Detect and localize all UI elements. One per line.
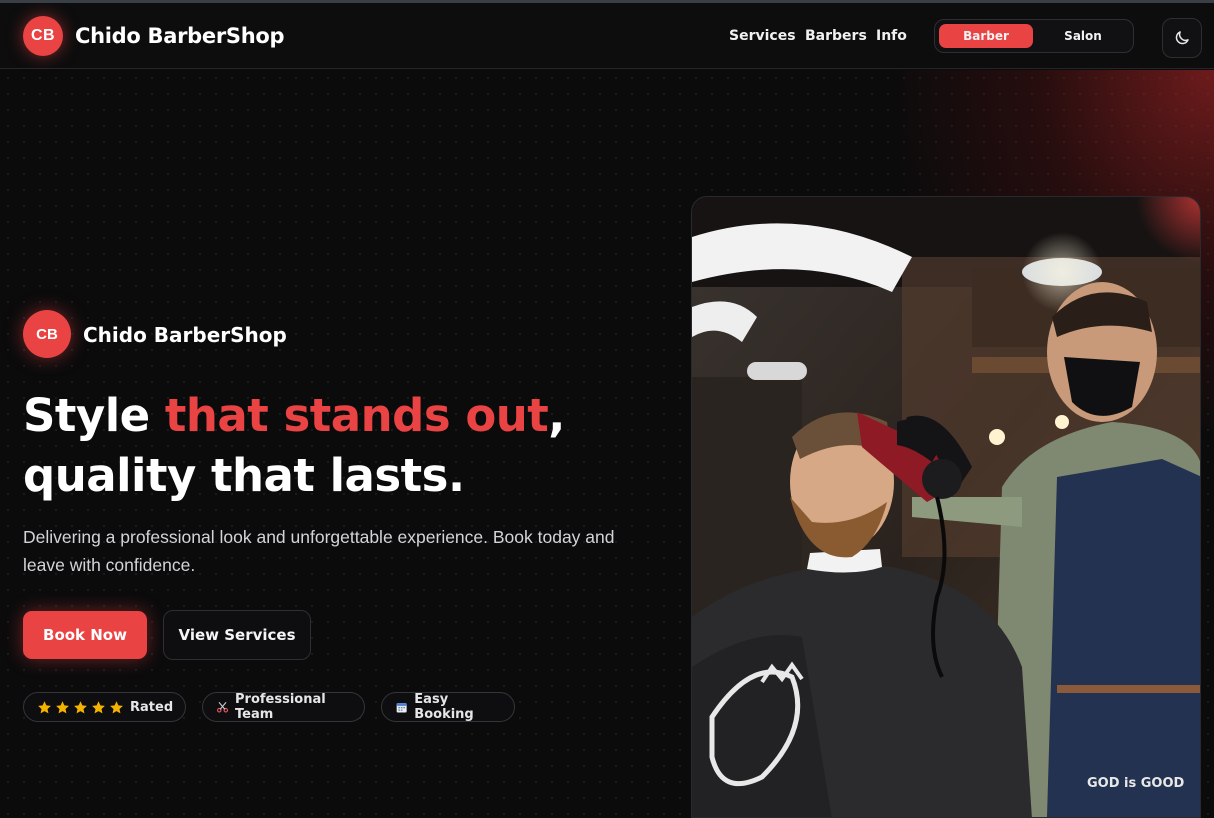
apron-text: GOD is GOOD (1087, 776, 1185, 791)
headline-part2: , (548, 389, 565, 442)
brand-name[interactable]: Chido BarberShop (75, 24, 285, 48)
scissors-icon (216, 701, 229, 712)
calendar-icon (396, 702, 407, 712)
theme-toggle-button[interactable] (1162, 18, 1202, 58)
easy-booking-badge: Easy Booking (381, 692, 515, 722)
star-icon (38, 700, 51, 713)
book-now-button[interactable]: Book Now (23, 611, 147, 659)
toggle-barber-button[interactable]: Barber (939, 24, 1033, 48)
hero-headline: Style that stands out, quality that last… (23, 386, 663, 506)
headline-accent: that stands out (164, 389, 549, 442)
logo-badge[interactable]: CB (23, 16, 63, 56)
professional-team-badge: Professional Team (202, 692, 365, 722)
headline-part1: Style (23, 389, 165, 442)
hero-logo-badge: CB (23, 310, 71, 358)
star-icon (74, 700, 87, 713)
rated-label: Rated (130, 699, 174, 715)
moon-icon (1175, 31, 1189, 45)
view-services-button[interactable]: View Services (163, 610, 311, 660)
hero-barber-photo: GOD is GOOD (691, 196, 1201, 818)
hero-subtext: Delivering a professional look and unfor… (23, 527, 615, 575)
navbar: CB Chido BarberShop Services Barbers Inf… (0, 3, 1214, 69)
rating-stars (37, 700, 124, 715)
toggle-salon-button[interactable]: Salon (1036, 24, 1130, 48)
star-icon (56, 700, 69, 713)
easy-booking-label: Easy Booking (414, 692, 474, 722)
headline-line2: quality that lasts. (23, 449, 465, 502)
professional-team-label: Professional Team (235, 692, 326, 722)
rated-badge: Rated (23, 692, 186, 722)
nav-link-info[interactable]: Info (876, 28, 907, 44)
hero-brand-name: Chido BarberShop (83, 323, 287, 347)
star-icon (92, 700, 105, 713)
mode-toggle: Barber Salon (934, 19, 1134, 53)
star-icon (110, 700, 123, 713)
nav-link-barbers[interactable]: Barbers (805, 28, 867, 44)
nav-link-services[interactable]: Services (729, 28, 796, 44)
